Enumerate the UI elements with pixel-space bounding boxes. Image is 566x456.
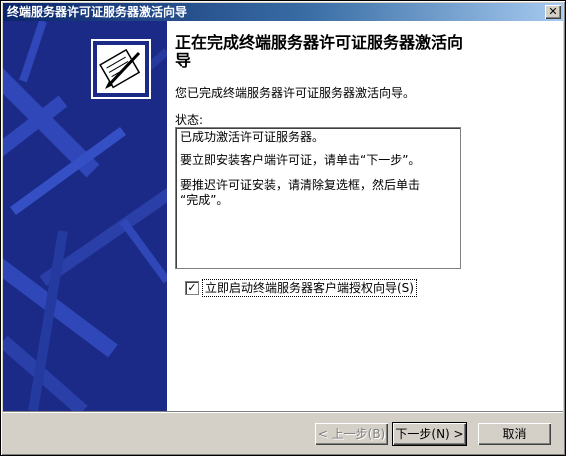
next-button[interactable]: 下一步(N) > [392, 422, 467, 446]
title-bar[interactable]: 终端服务器许可证服务器激活向导 ✕ [3, 3, 563, 21]
page-description: 您已完成终端服务器许可证服务器激活向导。 [175, 86, 416, 100]
cancel-button[interactable]: 取消 [478, 423, 551, 445]
wizard-window: 终端服务器许可证服务器激活向导 ✕ 正在完成终端服务器许可证服务器激活向导 您已… [0, 0, 566, 456]
wizard-sidebar-banner [3, 21, 167, 411]
window-title: 终端服务器许可证服务器激活向导 [7, 5, 188, 19]
launch-wizard-label[interactable]: 立即启动终端服务器客户端授权向导(S) [202, 279, 417, 297]
back-button[interactable]: < 上一步(B) [315, 423, 388, 445]
certificate-pen-icon [91, 39, 151, 99]
status-line: 已成功激活许可证服务器。 [180, 130, 325, 144]
checkmark-icon: ✓ [187, 281, 197, 294]
status-line: 要立即安装客户端许可证，请单击“下一步”。 [180, 153, 421, 167]
status-text-area[interactable]: 已成功激活许可证服务器。 要立即安装客户端许可证，请单击“下一步”。 要推迟许可… [175, 127, 461, 269]
status-label: 状态: [175, 113, 204, 127]
status-line: 要推迟许可证安装，请清除复选框，然后单击 [180, 178, 421, 192]
wizard-content: 正在完成终端服务器许可证服务器激活向导 您已完成终端服务器许可证服务器激活向导。… [167, 21, 563, 411]
close-icon: ✕ [548, 5, 558, 18]
close-button[interactable]: ✕ [545, 5, 561, 19]
button-divider [3, 411, 563, 413]
page-title: 正在完成终端服务器许可证服务器激活向导 [175, 33, 464, 70]
launch-wizard-checkbox[interactable]: ✓ [185, 281, 199, 295]
status-line: “完成”。 [180, 193, 229, 207]
